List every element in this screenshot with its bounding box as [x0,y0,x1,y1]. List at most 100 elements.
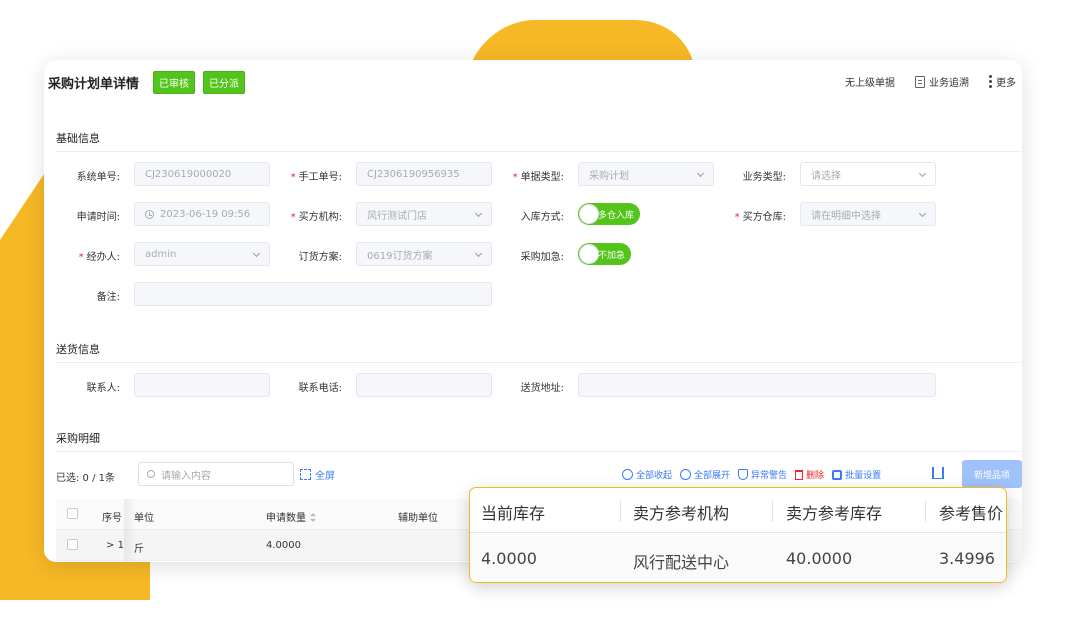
label-remark: 备注: [96,292,120,303]
column-filter-icon[interactable] [932,467,944,479]
handler-select[interactable]: admin [134,242,270,266]
phone-field[interactable] [356,373,492,397]
label-address: 送货地址: [520,383,564,394]
label-doc-type: * 单据类型: [512,172,564,183]
batch-settings-button[interactable]: 批量设置 [832,468,881,481]
column-header-qty[interactable]: 申请数量 [266,509,316,524]
column-header-unit: 单位 [134,513,154,524]
popup-ref-price: 3.4996 [939,549,995,568]
warning-button[interactable]: 异常警告 [738,468,787,481]
more-dots-icon [989,75,992,88]
address-field[interactable] [578,373,936,397]
biz-type-select[interactable]: 请选择 [800,162,936,186]
search-icon [147,470,155,478]
stock-info-popup: 当前库存 卖方参考机构 卖方参考库存 参考售价 4.0000 风行配送中心 40… [469,487,1007,583]
select-all-checkbox[interactable] [67,508,78,519]
clock-icon [145,209,154,219]
popup-col-ref-price: 参考售价 [939,504,1004,523]
label-biz-type: 业务类型: [742,172,786,183]
fixed-column-shadow [124,499,136,561]
chevron-down-icon [252,249,261,258]
popup-col-seller-stock: 卖方参考库存 [786,504,883,523]
settings-icon [832,469,843,480]
urgent-toggle[interactable]: 不加急 [578,243,632,265]
top-actions: 无上级单据 业务追溯 更多 [845,74,1016,89]
document-icon [915,75,925,88]
popup-col-separator [772,500,773,522]
shield-icon [738,469,749,480]
chevron-down-icon [918,209,927,218]
contact-field[interactable] [134,373,270,397]
label-handler: * 经办人: [78,252,120,263]
label-order-plan: 订货方案: [298,252,342,263]
chevron-down-icon [918,169,927,178]
popup-header: 当前库存 卖方参考机构 卖方参考库存 参考售价 [470,488,1006,533]
detail-actions: 全部收起 全部展开 异常警告 删除 批量设置 [622,468,881,481]
column-header-aux-unit: 辅助单位 [398,513,438,524]
section-title-basic: 基础信息 [56,132,100,145]
toggle-knob [579,244,599,264]
popup-col-current-stock: 当前库存 [481,504,546,523]
detail-search-input[interactable]: 请输入内容 [138,462,294,486]
fullscreen-button[interactable]: 全屏 [300,467,335,482]
selected-count: 已选: 0 / 1条 [56,473,115,484]
label-manual-no: * 手工单号: [290,172,342,183]
label-system-no: 系统单号: [76,172,120,183]
system-no-field[interactable]: CJ230619000020 [134,162,270,186]
no-parent-label: 无上级单据 [845,78,895,89]
section-divider [56,362,1022,363]
inbound-mode-toggle[interactable]: 多仓入库 [578,203,641,225]
popup-seller-org: 风行配送中心 [633,553,730,572]
order-plan-select[interactable]: 0619订货方案 [356,242,492,266]
popup-row: 4.0000 风行配送中心 40.0000 3.4996 [470,533,1006,582]
trace-button[interactable]: 业务追溯 [915,74,969,89]
apply-time-field[interactable]: 2023-06-19 09:56 [134,202,270,226]
buyer-warehouse-select[interactable]: 请在明细中选择 [800,202,936,226]
chevron-down-icon [474,249,483,258]
section-title-delivery: 送货信息 [56,343,100,356]
label-apply-time: 申请时间: [76,212,120,223]
label-contact: 联系人: [86,383,120,394]
page-title: 采购计划单详情 [48,76,140,92]
no-parent-doc-button[interactable]: 无上级单据 [845,74,895,89]
popup-seller-stock: 40.0000 [786,549,853,568]
row-checkbox[interactable] [67,539,78,550]
collapse-all-button[interactable]: 全部收起 [622,468,672,481]
toggle-knob [579,204,599,224]
label-buyer-warehouse: * 买方仓库: [734,212,786,223]
add-item-button[interactable]: 新增品项 [962,460,1022,488]
label-buyer-org: * 买方机构: [290,212,342,223]
detail-toolbar: 已选: 0 / 1条 请输入内容 全屏 全部收起 全部展开 异常警告 删除 批量… [56,460,1022,490]
label-urgent: 采购加急: [520,252,564,263]
label-phone: 联系电话: [298,383,342,394]
section-divider [56,151,1022,152]
row-qty: 4.0000 [266,540,301,551]
status-badge-approved: 已审核 [153,70,196,94]
chevron-down-icon [696,169,705,178]
section-divider [56,451,1022,452]
expand-icon [680,469,692,480]
remark-field[interactable] [134,282,492,306]
popup-current-stock: 4.0000 [481,549,537,568]
popup-col-seller-org: 卖方参考机构 [633,504,730,523]
section-title-detail: 采购明细 [56,432,100,445]
expand-all-button[interactable]: 全部展开 [680,468,730,481]
row-expand-toggle[interactable]: > 1 [106,540,124,551]
chevron-down-icon [474,209,483,218]
column-header-index: 序号 [102,513,122,524]
popup-col-separator [620,500,621,522]
delete-button[interactable]: 删除 [795,468,824,481]
more-label: 更多 [996,78,1016,89]
status-badge-dispatched: 已分派 [203,70,246,94]
label-inbound-mode: 入库方式: [520,212,564,223]
sort-icon [310,513,316,522]
fullscreen-icon [300,469,311,480]
popup-col-separator [925,500,926,522]
doc-type-select[interactable]: 采购计划 [578,162,714,186]
buyer-org-select[interactable]: 风行测试门店 [356,202,492,226]
trash-icon [795,469,804,480]
trace-label: 业务追溯 [929,78,969,89]
collapse-icon [622,469,633,480]
manual-no-field[interactable]: CJ2306190956935 [356,162,492,186]
more-button[interactable]: 更多 [989,74,1016,89]
